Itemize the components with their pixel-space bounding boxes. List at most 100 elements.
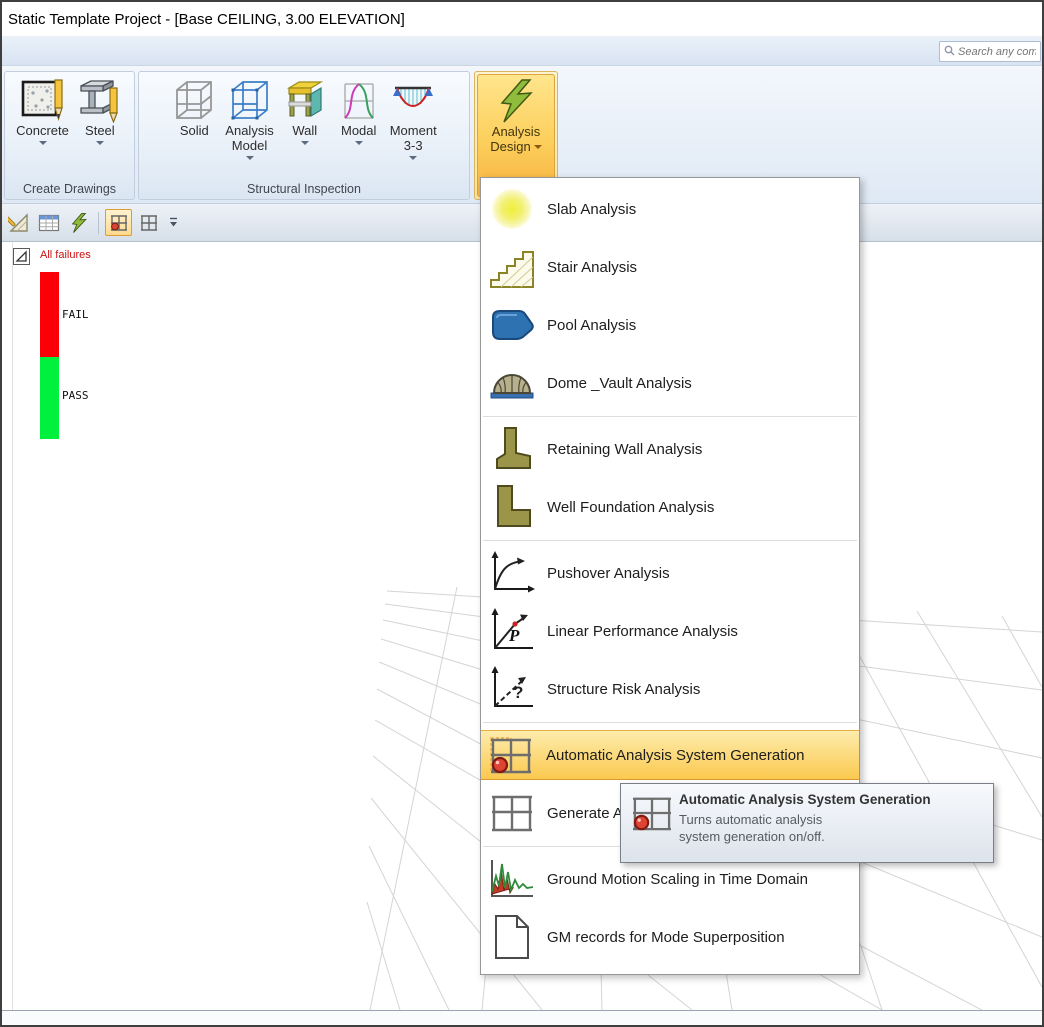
chevron-down-icon[interactable] bbox=[534, 145, 542, 149]
chevron-down-icon[interactable] bbox=[409, 156, 417, 160]
table-icon bbox=[38, 213, 60, 233]
menu-item-dome-vault-analysis[interactable]: Dome _Vault Analysis bbox=[481, 355, 859, 411]
wall-button[interactable]: Wall bbox=[279, 75, 331, 147]
modal-label: Modal bbox=[341, 123, 376, 138]
modal-analysis-icon bbox=[336, 77, 382, 123]
concrete-button[interactable]: Concrete bbox=[13, 75, 72, 147]
status-bar bbox=[2, 1010, 1042, 1025]
analysis-model-button[interactable]: Analysis Model bbox=[222, 75, 276, 162]
chevron-down-icon[interactable] bbox=[246, 156, 254, 160]
panel-edge-line bbox=[12, 242, 13, 1010]
menu-item-pool-analysis[interactable]: Pool Analysis bbox=[481, 297, 859, 353]
auto-analysis-toggle-button[interactable] bbox=[105, 209, 132, 236]
pass-label: PASS bbox=[62, 389, 89, 402]
setsquare-icon bbox=[8, 212, 30, 234]
menu-separator bbox=[483, 540, 857, 541]
moment-label-2: 3-3 bbox=[404, 138, 423, 153]
linear-performance-analysis-icon: P bbox=[489, 608, 535, 654]
menu-item-retaining-wall-analysis[interactable]: Retaining Wall Analysis bbox=[481, 421, 859, 477]
group-label-create-drawings: Create Drawings bbox=[5, 181, 134, 199]
search-icon bbox=[944, 43, 955, 61]
automatic-analysis-generation-icon bbox=[488, 732, 534, 778]
legend-title: All failures bbox=[40, 249, 91, 261]
menu-item-label: Pushover Analysis bbox=[547, 565, 670, 582]
chevron-down-icon[interactable] bbox=[39, 141, 47, 145]
solid-button[interactable]: Solid bbox=[168, 75, 220, 140]
analysis-model-label-1: Analysis bbox=[225, 123, 273, 138]
chevron-down-icon[interactable] bbox=[355, 141, 363, 145]
generate-analysis-icon bbox=[489, 790, 535, 836]
concrete-label: Concrete bbox=[16, 123, 69, 138]
stair-analysis-icon bbox=[489, 244, 535, 290]
retaining-wall-analysis-icon bbox=[489, 426, 535, 472]
menu-item-label: Dome _Vault Analysis bbox=[547, 375, 692, 392]
toolbar-overflow-button[interactable] bbox=[165, 209, 181, 236]
menu-item-well-foundation-analysis[interactable]: Well Foundation Analysis bbox=[481, 479, 859, 535]
modal-button[interactable]: Modal bbox=[333, 75, 385, 147]
menu-item-stair-analysis[interactable]: Stair Analysis bbox=[481, 239, 859, 295]
well-foundation-analysis-icon bbox=[489, 484, 535, 530]
fail-label: FAIL bbox=[62, 308, 89, 321]
chevron-down-icon[interactable] bbox=[301, 141, 309, 145]
menu-item-pushover-analysis[interactable]: Pushover Analysis bbox=[481, 545, 859, 601]
analysis-design-label-1: Analysis bbox=[492, 124, 540, 139]
app-window: Static Template Project - [Base CEILING,… bbox=[0, 0, 1044, 1027]
chevron-down-icon[interactable] bbox=[96, 141, 104, 145]
collapse-panel-button[interactable] bbox=[13, 248, 30, 265]
menu-separator bbox=[483, 722, 857, 723]
window-title: Static Template Project - [Base CEILING,… bbox=[8, 11, 405, 28]
menu-item-linear-performance-analysis[interactable]: P Linear Performance Analysis bbox=[481, 603, 859, 659]
menu-item-label: Generate A bbox=[547, 805, 623, 822]
menu-separator bbox=[483, 416, 857, 417]
tooltip-body-line-1: Turns automatic analysis bbox=[679, 811, 983, 828]
menu-item-label: Well Foundation Analysis bbox=[547, 499, 714, 516]
concrete-icon bbox=[20, 77, 66, 123]
ground-motion-scaling-icon bbox=[489, 856, 535, 902]
pushover-analysis-icon bbox=[489, 550, 535, 596]
moment-label-1: Moment bbox=[390, 123, 437, 138]
table-tool-button[interactable] bbox=[35, 209, 62, 236]
steel-icon bbox=[77, 77, 123, 123]
automatic-analysis-generation-icon bbox=[631, 794, 673, 832]
menu-item-label: Ground Motion Scaling in Time Domain bbox=[547, 871, 808, 888]
menu-item-label: Pool Analysis bbox=[547, 317, 636, 334]
menu-item-label: Slab Analysis bbox=[547, 201, 636, 218]
toolbar-separator bbox=[98, 212, 99, 234]
moment-3-3-button[interactable]: Moment 3-3 bbox=[387, 75, 440, 162]
solid-label: Solid bbox=[180, 123, 209, 138]
solid-model-icon bbox=[171, 77, 217, 123]
collapse-arrow-icon bbox=[15, 250, 28, 263]
structure-risk-analysis-icon: ? bbox=[489, 666, 535, 712]
menu-item-gm-records[interactable]: GM records for Mode Superposition bbox=[481, 909, 859, 965]
analysis-model-label-2: Model bbox=[232, 138, 267, 153]
menu-item-slab-analysis[interactable]: Slab Analysis bbox=[481, 181, 859, 237]
menu-item-label: Retaining Wall Analysis bbox=[547, 441, 702, 458]
menu-item-label: Structure Risk Analysis bbox=[547, 681, 700, 698]
overflow-chevron-icon bbox=[168, 216, 179, 230]
menu-item-label: Linear Performance Analysis bbox=[547, 623, 738, 640]
auto-analysis-frame-icon bbox=[109, 213, 129, 233]
generate-model-button[interactable] bbox=[135, 209, 162, 236]
menu-item-automatic-analysis-system-generation[interactable]: Automatic Analysis System Generation bbox=[481, 730, 859, 780]
command-search-box[interactable] bbox=[939, 41, 1041, 62]
pass-color-bar bbox=[40, 357, 59, 439]
title-bar: Static Template Project - [Base CEILING,… bbox=[2, 2, 1042, 36]
gm-records-icon bbox=[489, 914, 535, 960]
menu-item-label: Stair Analysis bbox=[547, 259, 637, 276]
menu-item-label: GM records for Mode Superposition bbox=[547, 929, 785, 946]
analysis-model-icon bbox=[227, 77, 273, 123]
steel-button[interactable]: Steel bbox=[74, 75, 126, 147]
quick-analysis-button[interactable] bbox=[65, 209, 92, 236]
steel-label: Steel bbox=[85, 123, 115, 138]
menu-item-structure-risk-analysis[interactable]: ? Structure Risk Analysis bbox=[481, 661, 859, 717]
setsquare-tool-button[interactable] bbox=[5, 209, 32, 236]
question-glyph: ? bbox=[513, 683, 523, 703]
group-label-structural-inspection: Structural Inspection bbox=[139, 181, 469, 199]
wall-model-icon bbox=[282, 77, 328, 123]
search-input[interactable] bbox=[958, 46, 1036, 58]
analysis-design-label-2: Design bbox=[490, 139, 530, 154]
slab-analysis-icon bbox=[489, 186, 535, 232]
wall-label: Wall bbox=[292, 123, 317, 138]
p-glyph: P bbox=[509, 626, 519, 646]
frame-grid-icon bbox=[139, 213, 159, 233]
